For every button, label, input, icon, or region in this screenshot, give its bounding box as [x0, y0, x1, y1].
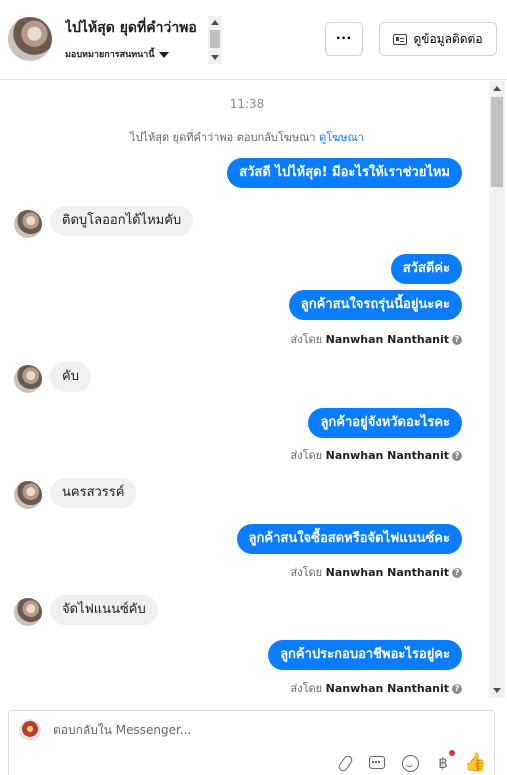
ad-reply-notice: ไปไห้สุด ยุดที่คำว่าพอ ตอบกลับโฆษณา ดูโฆ…: [0, 128, 494, 146]
scroll-down-arrow-icon[interactable]: [211, 55, 219, 60]
assign-label: มอบหมายการสนทนานี้: [65, 50, 155, 60]
notification-dot: [449, 750, 455, 756]
sent-by-label: ส่งโดย Nanwhan Nanthanit?: [291, 330, 462, 348]
sender-avatar: [14, 598, 42, 626]
help-icon[interactable]: ?: [452, 451, 462, 461]
thread-scrollbar[interactable]: [489, 81, 505, 698]
saved-reply-icon[interactable]: [367, 753, 387, 773]
outgoing-message[interactable]: ลูกค้าสนใจรถรุ่นนี้อยู่นะคะ: [288, 290, 462, 320]
view-ad-link[interactable]: ดูโฆษณา: [319, 131, 364, 144]
more-options-button[interactable]: ···: [325, 22, 363, 56]
like-icon[interactable]: 👍: [464, 753, 486, 773]
scroll-up-arrow-icon[interactable]: [211, 20, 219, 25]
sent-by-label: ส่งโดย Nanwhan Nanthanit?: [291, 446, 462, 464]
contact-name[interactable]: ไปไห้สุด ยุดที่คำว่าพอ: [65, 17, 207, 39]
sent-by-prefix: ส่งโดย: [290, 566, 323, 579]
contact-avatar[interactable]: [8, 17, 52, 61]
message-timestamp: 11:38: [229, 97, 265, 111]
payment-icon[interactable]: ฿: [433, 753, 453, 773]
incoming-message[interactable]: ติดบูโลออกได้ไหมคับ: [50, 206, 194, 236]
help-icon[interactable]: ?: [452, 684, 462, 694]
incoming-message[interactable]: คับ: [50, 362, 91, 392]
sent-by-prefix: ส่งโดย: [290, 333, 323, 346]
attach-icon[interactable]: [335, 753, 355, 773]
sent-by-name: Nanwhan Nanthanit: [325, 682, 449, 695]
ad-reply-text: ไปไห้สุด ยุดที่คำว่าพอ ตอบกลับโฆษณา: [130, 131, 316, 144]
incoming-message[interactable]: จัดไฟแนนซ์คับ: [50, 595, 158, 625]
emoji-icon[interactable]: [400, 753, 420, 773]
contact-info-label: ดูข้อมูลติดต่อ: [413, 31, 483, 46]
id-card-icon: [393, 33, 408, 45]
message-thread: 11:38 ไปไห้สุด ยุดที่คำว่าพอ ตอบกลับโฆษณ…: [0, 81, 507, 700]
sender-avatar: [14, 481, 42, 509]
outgoing-message[interactable]: ลูกค้าอยู่จังหวัดอะไรคะ: [308, 408, 462, 438]
sent-by-name: Nanwhan Nanthanit: [325, 449, 449, 462]
outgoing-message[interactable]: สวัสดี ไปไห้สุด! มีอะไรให้เราช่วยไหม: [227, 158, 462, 188]
conversation-header: ไปไห้สุด ยุดที่คำว่าพอ มอบหมายการสนทนานี…: [0, 0, 507, 80]
outgoing-message[interactable]: ลูกค้าสนใจซื้อสดหรือจัดไฟแนนซ์คะ: [236, 524, 462, 554]
scroll-up-arrow-icon[interactable]: [493, 86, 501, 91]
sent-by-label: ส่งโดย Nanwhan Nanthanit?: [291, 563, 462, 581]
caret-down-icon: [158, 51, 169, 58]
sent-by-label: ส่งโดย Nanwhan Nanthanit?: [291, 679, 462, 697]
sender-avatar: [14, 365, 42, 393]
page-avatar: [19, 719, 41, 741]
view-contact-info-button[interactable]: ดูข้อมูลติดต่อ: [379, 22, 497, 56]
sent-by-name: Nanwhan Nanthanit: [325, 333, 449, 346]
reply-input[interactable]: [53, 723, 413, 737]
message-composer: ฿ 👍: [8, 710, 495, 775]
scroll-thumb[interactable]: [210, 30, 220, 48]
sender-avatar: [14, 210, 42, 238]
sent-by-prefix: ส่งโดย: [290, 449, 323, 462]
scroll-thumb[interactable]: [491, 97, 503, 187]
sent-by-name: Nanwhan Nanthanit: [325, 566, 449, 579]
incoming-message[interactable]: นครสวรรค์: [50, 478, 137, 508]
outgoing-message[interactable]: สวัสดีค่ะ: [390, 254, 462, 284]
outgoing-message[interactable]: ลูกค้าประกอบอาชีพอะไรอยู่คะ: [268, 640, 462, 670]
scroll-down-arrow-icon[interactable]: [493, 688, 501, 693]
help-icon[interactable]: ?: [452, 568, 462, 578]
header-scrollbar[interactable]: [208, 16, 222, 64]
sent-by-prefix: ส่งโดย: [290, 682, 323, 695]
help-icon[interactable]: ?: [452, 335, 462, 345]
assign-conversation-dropdown[interactable]: มอบหมายการสนทนานี้: [65, 47, 169, 61]
